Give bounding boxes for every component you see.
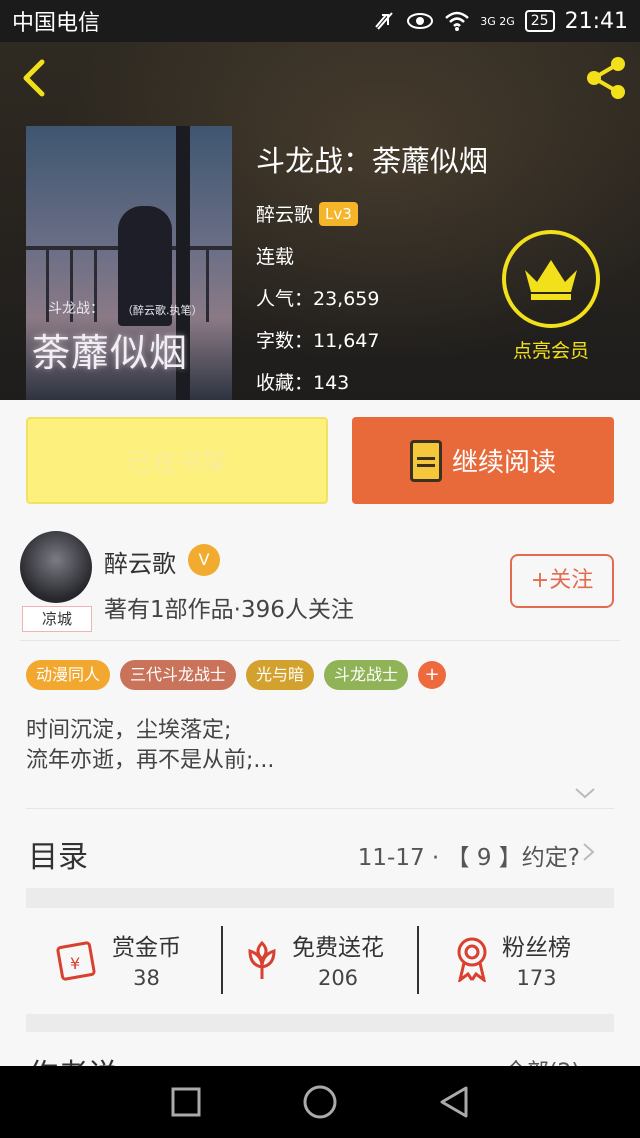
svg-text:¥: ¥ xyxy=(70,954,80,973)
stat-label: 粉丝榜 xyxy=(502,935,571,961)
section-gap xyxy=(26,1014,614,1032)
add-tag-button[interactable]: + xyxy=(418,661,447,689)
book-status: 连载 xyxy=(256,246,295,268)
stat-value: 206 xyxy=(317,966,359,990)
vip-label: 点亮会员 xyxy=(512,340,589,362)
carrier-name: 中国电信 xyxy=(12,11,101,36)
award-ribbon-icon xyxy=(457,937,487,982)
avatar-tag: 凉城 xyxy=(22,606,92,632)
author-summary: 著有1部作品·396人关注 xyxy=(104,597,354,623)
send-flowers-button[interactable]: 免费送花 206 xyxy=(242,928,384,990)
stat-label: 赏金币 xyxy=(112,935,181,961)
continue-reading-button[interactable]: 继续阅读 xyxy=(352,417,614,504)
stat-value: 38 xyxy=(133,966,160,990)
level-badge: Lv3 xyxy=(319,202,358,226)
book-title: 斗龙战：荼蘼似烟 xyxy=(256,144,489,178)
book-info: 斗龙战：荼蘼似烟 醉云歌 Lv3 连载 人气：23,659 字数：11,647 收… xyxy=(256,138,488,400)
stat-value: 173 xyxy=(516,966,557,990)
recents-icon[interactable] xyxy=(170,1086,202,1118)
flower-icon xyxy=(248,940,276,979)
on-shelf-button[interactable]: 已在书架 xyxy=(26,417,328,504)
system-nav-bar xyxy=(0,1066,640,1138)
book-description[interactable]: 时间沉淀，尘埃落定; 流年亦逝，再不是从前;... xyxy=(26,716,274,776)
book-header: 斗龙战： （醉云歌.执笔） 荼蘼似烟 斗龙战：荼蘼似烟 醉云歌 Lv3 连载 人气… xyxy=(0,42,640,400)
home-icon[interactable] xyxy=(302,1084,338,1120)
verified-badge-icon: V xyxy=(188,544,220,576)
signal-icon: 3G 2G xyxy=(480,14,515,28)
toc-label[interactable]: 目录 xyxy=(28,832,88,876)
battery-icon: 25 xyxy=(524,10,555,32)
section-gap xyxy=(26,888,614,908)
mute-icon xyxy=(375,12,393,30)
cover-text-series: 斗龙战： xyxy=(48,301,104,317)
description-line: 流年亦逝，再不是从前;... xyxy=(26,748,275,773)
book-author[interactable]: 醉云歌 xyxy=(256,204,313,226)
status-icons: 3G 2G 25 xyxy=(372,9,555,33)
tag-chip[interactable]: 斗龙战士 xyxy=(324,660,409,690)
back-nav-icon[interactable] xyxy=(438,1085,470,1119)
book-detail-page: 中国电信 3G 2G 25 21:41 斗龙战： （醉云歌.执笔） 荼蘼似烟 斗… xyxy=(0,0,640,1138)
back-icon[interactable] xyxy=(16,56,56,100)
red-envelope-icon: ¥ xyxy=(56,941,96,981)
clock: 21:41 xyxy=(564,8,628,34)
tag-chip[interactable]: 三代斗龙战士 xyxy=(120,660,237,690)
divider xyxy=(26,808,614,809)
book-popularity: 人气：23,659 xyxy=(256,288,380,310)
book-author-row: 醉云歌 Lv3 xyxy=(256,194,488,236)
cover-text-title: 荼蘼似烟 xyxy=(32,331,189,375)
divider xyxy=(20,640,620,641)
divider xyxy=(221,926,223,994)
wifi-icon xyxy=(445,11,470,31)
fan-ranking-button[interactable]: 粉丝榜 173 xyxy=(452,928,571,990)
tag-list: 动漫同人 三代斗龙战士 光与暗 斗龙战士 + xyxy=(26,660,447,690)
vip-button[interactable]: 点亮会员 xyxy=(502,230,600,363)
book-favorites: 收藏：143 xyxy=(256,372,350,394)
book-cover: 斗龙战： （醉云歌.执笔） 荼蘼似烟 xyxy=(26,126,232,400)
reward-coins-button[interactable]: ¥ 赏金币 38 xyxy=(56,928,181,990)
book-icon xyxy=(409,439,442,482)
chevron-down-icon[interactable] xyxy=(574,782,596,804)
status-bar: 中国电信 3G 2G 25 21:41 xyxy=(0,0,640,42)
book-word-count: 字数：11,647 xyxy=(256,330,380,352)
toc-latest-chapter[interactable]: 11-17 · 【 9 】约定? xyxy=(358,838,580,872)
tag-chip[interactable]: 动漫同人 xyxy=(26,660,111,690)
eye-icon xyxy=(407,13,434,29)
stat-label: 免费送花 xyxy=(292,935,384,961)
follow-button[interactable]: +关注 xyxy=(510,554,614,608)
crown-icon xyxy=(502,230,600,328)
description-line: 时间沉淀，尘埃落定; xyxy=(26,718,232,743)
divider xyxy=(417,926,419,994)
avatar[interactable] xyxy=(20,531,92,603)
tag-chip[interactable]: 光与暗 xyxy=(246,660,315,690)
cover-text-author: （醉云歌.执笔） xyxy=(122,304,203,317)
chevron-right-icon[interactable] xyxy=(582,842,596,862)
share-icon[interactable] xyxy=(582,54,630,102)
author-name[interactable]: 醉云歌 xyxy=(104,544,176,579)
